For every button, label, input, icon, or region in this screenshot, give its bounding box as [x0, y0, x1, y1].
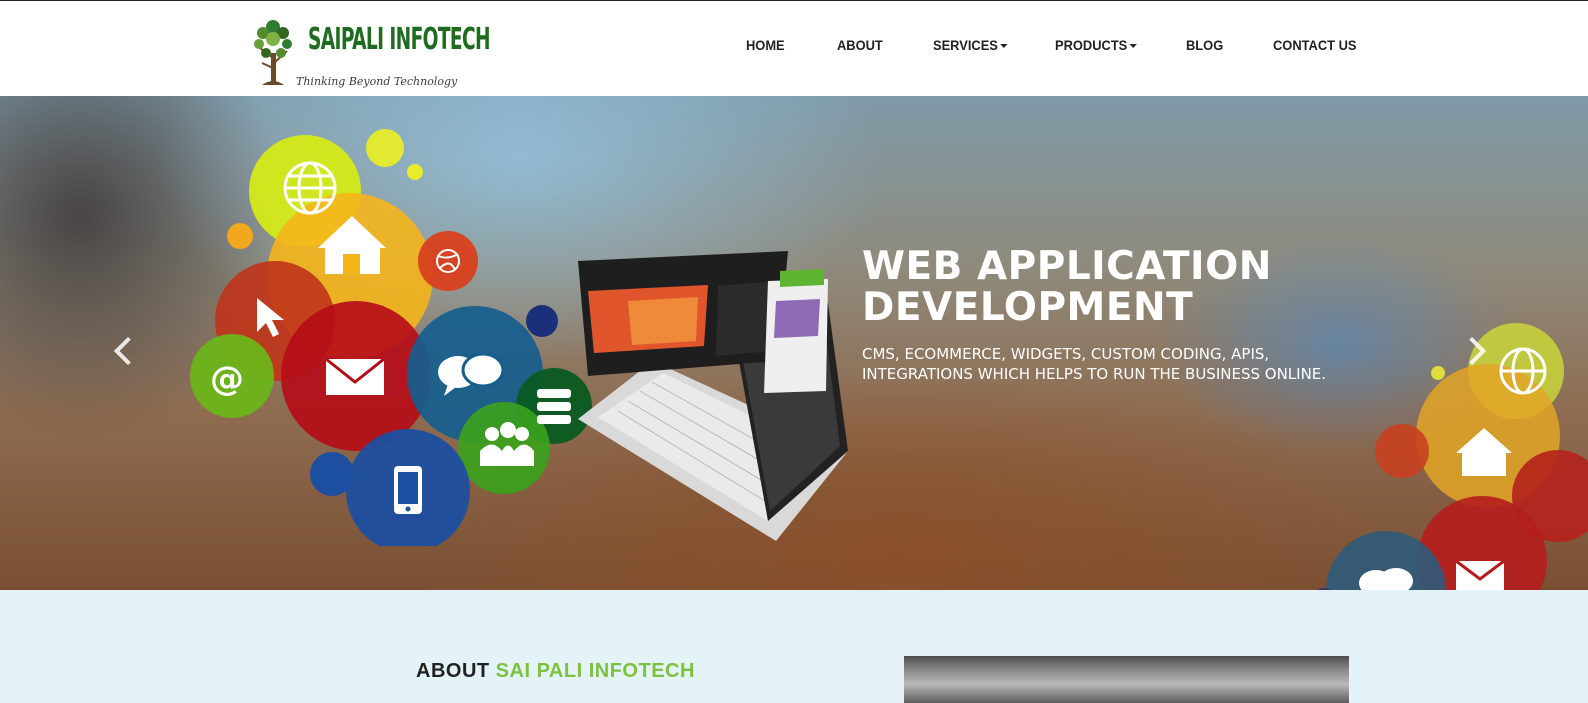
bubble-dot-yellow [407, 164, 423, 180]
hero-subtitle-line1: CMS, ECOMMERCE, WIDGETS, CUSTOM CODING, … [862, 345, 1270, 363]
hero-title-line2: DEVELOPMENT [862, 285, 1194, 330]
nav-home-label: HOME [746, 37, 785, 53]
hero-slider: @ WEB APPLICATION DEVELOPMENT CMS, ECOMM… [0, 96, 1588, 590]
bubble-dribbble [418, 231, 478, 291]
about-heading: ABOUT SAI PALI INFOTECH [416, 660, 695, 683]
nav-blog[interactable]: BLOG [1186, 37, 1223, 53]
slider-next-arrow[interactable] [1460, 331, 1490, 371]
nav-about[interactable]: ABOUT [837, 37, 883, 53]
hero-title: WEB APPLICATION DEVELOPMENT [862, 246, 1272, 328]
logo-tagline: Thinking Beyond Technology [296, 75, 458, 88]
hero-title-line1: WEB APPLICATION [862, 244, 1272, 289]
nav-contact-label: CONTACT US [1273, 37, 1357, 53]
chevron-down-icon [999, 44, 1008, 49]
nav-home[interactable]: HOME [746, 37, 785, 53]
chevron-down-icon [1129, 44, 1137, 49]
at-icon: @ [210, 359, 244, 399]
nav-products[interactable]: PRODUCTS [1055, 37, 1137, 53]
about-heading-prefix: ABOUT [416, 660, 490, 682]
nav-products-label: PRODUCTS [1055, 37, 1128, 53]
bubble-dot-orange [227, 223, 253, 249]
bubble-dot-blue [310, 452, 354, 496]
nav-services-label: SERVICES [933, 37, 998, 53]
nav-contact[interactable]: CONTACT US [1273, 37, 1356, 53]
bubble-cluster-right [1316, 323, 1588, 590]
about-heading-highlight: SAI PALI INFOTECH [495, 660, 695, 682]
mail-icon [1455, 559, 1505, 590]
slider-prev-arrow[interactable] [108, 331, 138, 371]
tree-logo-icon [254, 20, 292, 85]
hero-subtitle-line2: INTEGRATIONS WHICH HELPS TO RUN THE BUSI… [862, 365, 1327, 383]
mobile-icon [394, 466, 422, 514]
site-logo[interactable]: SAIPALI INFOTECH Thinking Beyond Technol… [252, 13, 491, 89]
nav-services[interactable]: SERVICES [933, 37, 1008, 53]
logo-name: SAIPALI INFOTECH [308, 22, 491, 57]
laptop-icon [578, 251, 848, 541]
hero-subtitle: CMS, ECOMMERCE, WIDGETS, CUSTOM CODING, … [862, 344, 1326, 384]
site-header: SAIPALI INFOTECH Thinking Beyond Technol… [0, 1, 1588, 96]
nav-blog-label: BLOG [1186, 37, 1224, 53]
about-image [904, 656, 1349, 703]
nav-about-label: ABOUT [837, 37, 883, 53]
about-section: ABOUT SAI PALI INFOTECH [0, 590, 1588, 703]
mail-icon [325, 357, 385, 395]
bubble-small-yellow [366, 129, 404, 167]
